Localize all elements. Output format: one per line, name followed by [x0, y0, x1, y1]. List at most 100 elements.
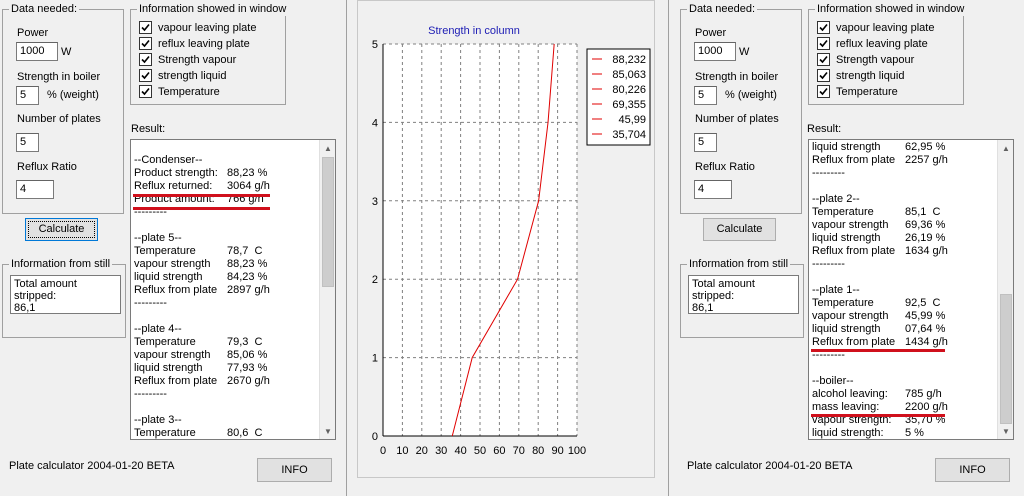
checkbox-strength-vapour[interactable]: Strength vapour [817, 52, 914, 67]
strength-label: Strength in boiler [695, 71, 779, 83]
result-line: liquid strength: 5 % [812, 427, 996, 439]
result-line-key: vapour strength [134, 349, 211, 361]
result-scrollbar[interactable]: ▲ ▼ [319, 140, 335, 439]
info-window-group: Information showed in window vapour leav… [130, 3, 289, 105]
scroll-up-icon[interactable]: ▲ [998, 140, 1013, 156]
checkbox-temperature[interactable]: Temperature [817, 84, 898, 99]
result-line: --------- [812, 258, 996, 271]
x-tick-label: 40 [454, 445, 466, 457]
checkbox-vapour-leaving[interactable]: vapour leaving plate [817, 20, 934, 35]
result-line-value: 88,23 % [227, 167, 268, 179]
still-info-title: Information from still [687, 258, 791, 271]
power-unit: W [739, 46, 750, 58]
calculate-button[interactable]: Calculate [703, 218, 776, 241]
x-tick-label: 20 [416, 445, 428, 457]
scroll-down-icon[interactable]: ▼ [998, 423, 1013, 439]
checkbox-temperature[interactable]: Temperature [139, 84, 220, 99]
info-button[interactable]: INFO [935, 458, 1010, 482]
result-line: liquid strength 84,23 % [134, 271, 318, 284]
scroll-thumb[interactable] [1000, 294, 1012, 424]
check-icon [817, 37, 830, 50]
plates-input[interactable]: 5 [16, 133, 39, 152]
checkbox-vapour-leaving[interactable]: vapour leaving plate [139, 20, 256, 35]
power-input[interactable]: 1000 [694, 42, 736, 61]
y-tick-label: 3 [372, 196, 378, 208]
result-line [812, 180, 996, 193]
chart-panel: Strength in column 0 1 2 3 4 5 0 10 20 30 40 50 60 7… [357, 0, 655, 478]
scroll-up-icon[interactable]: ▲ [320, 140, 335, 156]
result-line-key: --plate 2-- [812, 193, 860, 205]
result-line-key: --boiler-- [812, 375, 854, 387]
still-total-label: Total amount stripped: [692, 278, 755, 302]
check-icon [817, 53, 830, 66]
reflux-label: Reflux Ratio [695, 161, 755, 173]
result-line-key: Reflux from plate [812, 245, 896, 257]
chart-grid [383, 43, 578, 436]
result-line: --plate 2-- [812, 193, 996, 206]
check-icon [139, 69, 152, 82]
reflux-input[interactable]: 4 [694, 180, 732, 199]
result-line-key: liquid strength [812, 232, 881, 244]
scroll-thumb[interactable] [322, 157, 334, 287]
result-line-value: 45,99 % [905, 310, 946, 322]
check-icon [817, 85, 830, 98]
y-tick-label: 5 [372, 39, 378, 51]
scroll-down-icon[interactable]: ▼ [320, 423, 335, 439]
result-line-value: 80,6 C [227, 427, 263, 439]
still-info-textbox[interactable]: Total amount stripped: 86,1 [10, 275, 121, 314]
still-info-textbox[interactable]: Total amount stripped: 86,1 [688, 275, 799, 314]
separator [346, 0, 347, 496]
chart-title: Strength in column [428, 25, 520, 37]
info-button[interactable]: INFO [257, 458, 332, 482]
reflux-input[interactable]: 4 [16, 180, 54, 199]
result-line-key: --------- [134, 297, 167, 309]
result-line: --boiler-- [812, 375, 996, 388]
checkbox-reflux-leaving[interactable]: reflux leaving plate [139, 36, 250, 51]
checkbox-label: Strength vapour [836, 53, 915, 66]
checkbox-label: reflux leaving plate [158, 37, 250, 50]
checkbox-label: vapour leaving plate [836, 21, 935, 34]
result-line: vapour strength 69,36 % [812, 219, 996, 232]
still-total-value: 86,1 [14, 302, 36, 314]
result-line-value: 1434 g/h [905, 336, 948, 348]
result-line-key: Reflux from plate [812, 336, 896, 348]
checkbox-strength-vapour[interactable]: Strength vapour [139, 52, 236, 67]
result-scrollbar[interactable]: ▲ ▼ [997, 140, 1013, 439]
checkbox-strength-liquid[interactable]: strength liquid [817, 68, 905, 83]
result-line-value: 785 g/h [905, 388, 942, 400]
calculate-button[interactable]: Calculate [25, 218, 98, 241]
plot-background [383, 44, 577, 436]
power-input[interactable]: 1000 [16, 42, 58, 61]
result-line: Temperature 78,7 C [134, 245, 318, 258]
result-line-value: 2670 g/h [227, 375, 270, 387]
legend-label: 88,232 [612, 54, 646, 66]
result-line: Reflux returned: 3064 g/h [134, 180, 318, 193]
strength-input[interactable]: 5 [16, 86, 39, 105]
result-line-key: Temperature [812, 206, 874, 218]
result-line: --Condenser-- [134, 154, 318, 167]
strength-input[interactable]: 5 [694, 86, 717, 105]
check-icon [139, 21, 152, 34]
result-line-value: 3064 g/h [227, 180, 270, 192]
result-line: --plate 1-- [812, 284, 996, 297]
result-textbox[interactable]: --Condenser-- Product strength: 88,23 % Ref… [130, 139, 336, 440]
result-line-value: 62,95 % [905, 141, 946, 153]
info-window-group: Information showed in window vapour leav… [808, 3, 967, 105]
result-line-value: 5 % [905, 427, 924, 439]
checkbox-label: Temperature [836, 85, 898, 98]
result-line-key: vapour strength [812, 310, 889, 322]
result-line-value: 07,64 % [905, 323, 946, 335]
result-line: Reflux from plate 1634 g/h [812, 245, 996, 258]
legend-label: 35,704 [612, 129, 646, 141]
result-line-value: 1634 g/h [905, 245, 948, 257]
checkbox-reflux-leaving[interactable]: reflux leaving plate [817, 36, 928, 51]
power-unit: W [61, 46, 72, 58]
checkbox-strength-liquid[interactable]: strength liquid [139, 68, 227, 83]
plates-input[interactable]: 5 [694, 133, 717, 152]
result-line-key: Reflux returned: [134, 180, 213, 192]
result-line-key: mass leaving: [812, 401, 880, 413]
result-textbox[interactable]: liquid strength 62,95 % Reflux from plate 2… [808, 139, 1014, 440]
result-line-value: 26,19 % [905, 232, 946, 244]
result-line-value: 2200 g/h [905, 401, 948, 413]
result-line-value: 69,36 % [905, 219, 946, 231]
